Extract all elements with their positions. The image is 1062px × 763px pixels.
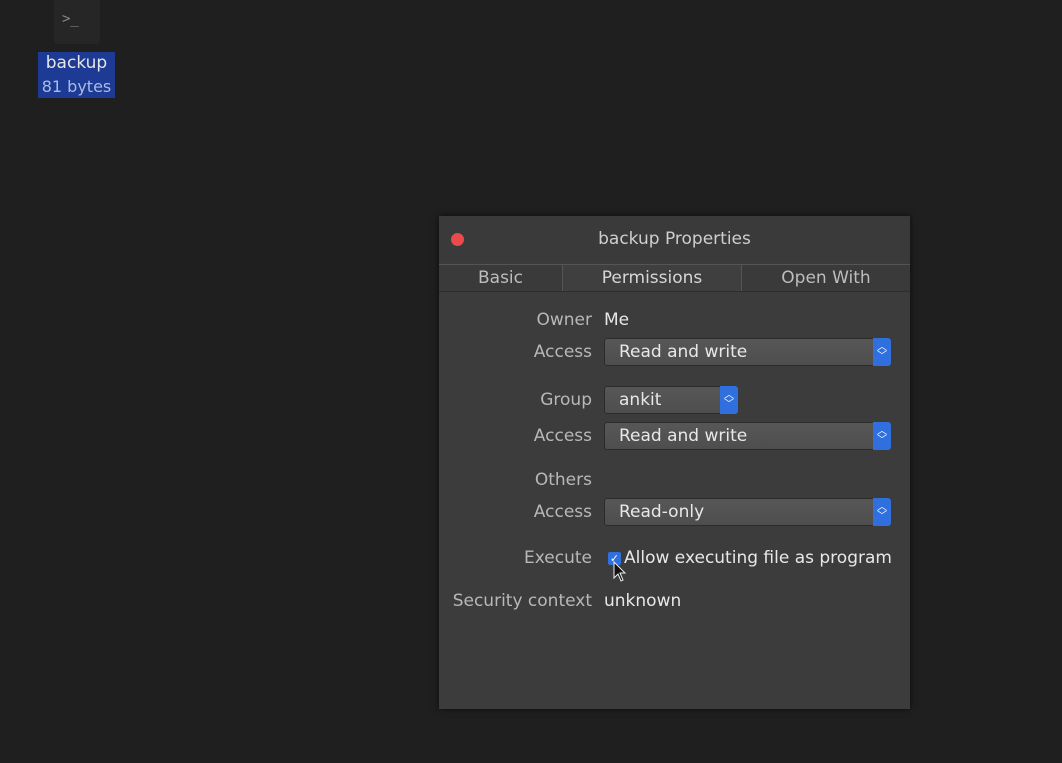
select-arrows-icon: ︿ ﹀ [720, 386, 738, 414]
dialog-title: backup Properties [598, 229, 751, 249]
others-access-select[interactable]: Read-only ︿ ﹀ [604, 498, 891, 526]
title-bar[interactable]: backup Properties [439, 216, 910, 263]
others-access-value: Read-only [619, 502, 705, 522]
select-arrows-icon: ︿ ﹀ [873, 422, 891, 450]
group-access-label: Access [533, 426, 592, 446]
tab-bar: Basic Permissions Open With [439, 264, 910, 292]
owner-access-label: Access [533, 342, 592, 362]
owner-label: Owner [536, 310, 592, 330]
file-label: backup 81 bytes [38, 52, 115, 98]
tab-permissions[interactable]: Permissions [562, 265, 742, 291]
terminal-script-icon: >_ [54, 0, 100, 44]
group-access-value: Read and write [619, 426, 748, 446]
execute-checkbox-label[interactable]: Allow executing file as program [624, 548, 892, 568]
execute-label: Execute [524, 548, 592, 568]
tab-open-with[interactable]: Open With [742, 265, 910, 291]
file-name: backup [45, 53, 108, 73]
group-access-select[interactable]: Read and write ︿ ﹀ [604, 422, 891, 450]
owner-value: Me [604, 310, 630, 330]
others-label: Others [534, 470, 592, 490]
security-context-value: unknown [604, 591, 682, 611]
group-value: ankit [619, 390, 662, 410]
security-context-label: Security context [452, 591, 592, 611]
close-button[interactable] [451, 233, 464, 246]
owner-access-select[interactable]: Read and write ︿ ﹀ [604, 338, 891, 366]
group-select[interactable]: ankit ︿ ﹀ [604, 386, 738, 414]
select-arrows-icon: ︿ ﹀ [873, 338, 891, 366]
mouse-cursor-icon [613, 561, 627, 582]
properties-dialog: backup Properties Basic Permissions Open… [439, 216, 910, 709]
tab-basic[interactable]: Basic [439, 265, 562, 291]
others-access-label: Access [533, 502, 592, 522]
file-size: 81 bytes [41, 77, 112, 96]
select-arrows-icon: ︿ ﹀ [873, 498, 891, 526]
owner-access-value: Read and write [619, 342, 748, 362]
group-label: Group [540, 390, 592, 410]
